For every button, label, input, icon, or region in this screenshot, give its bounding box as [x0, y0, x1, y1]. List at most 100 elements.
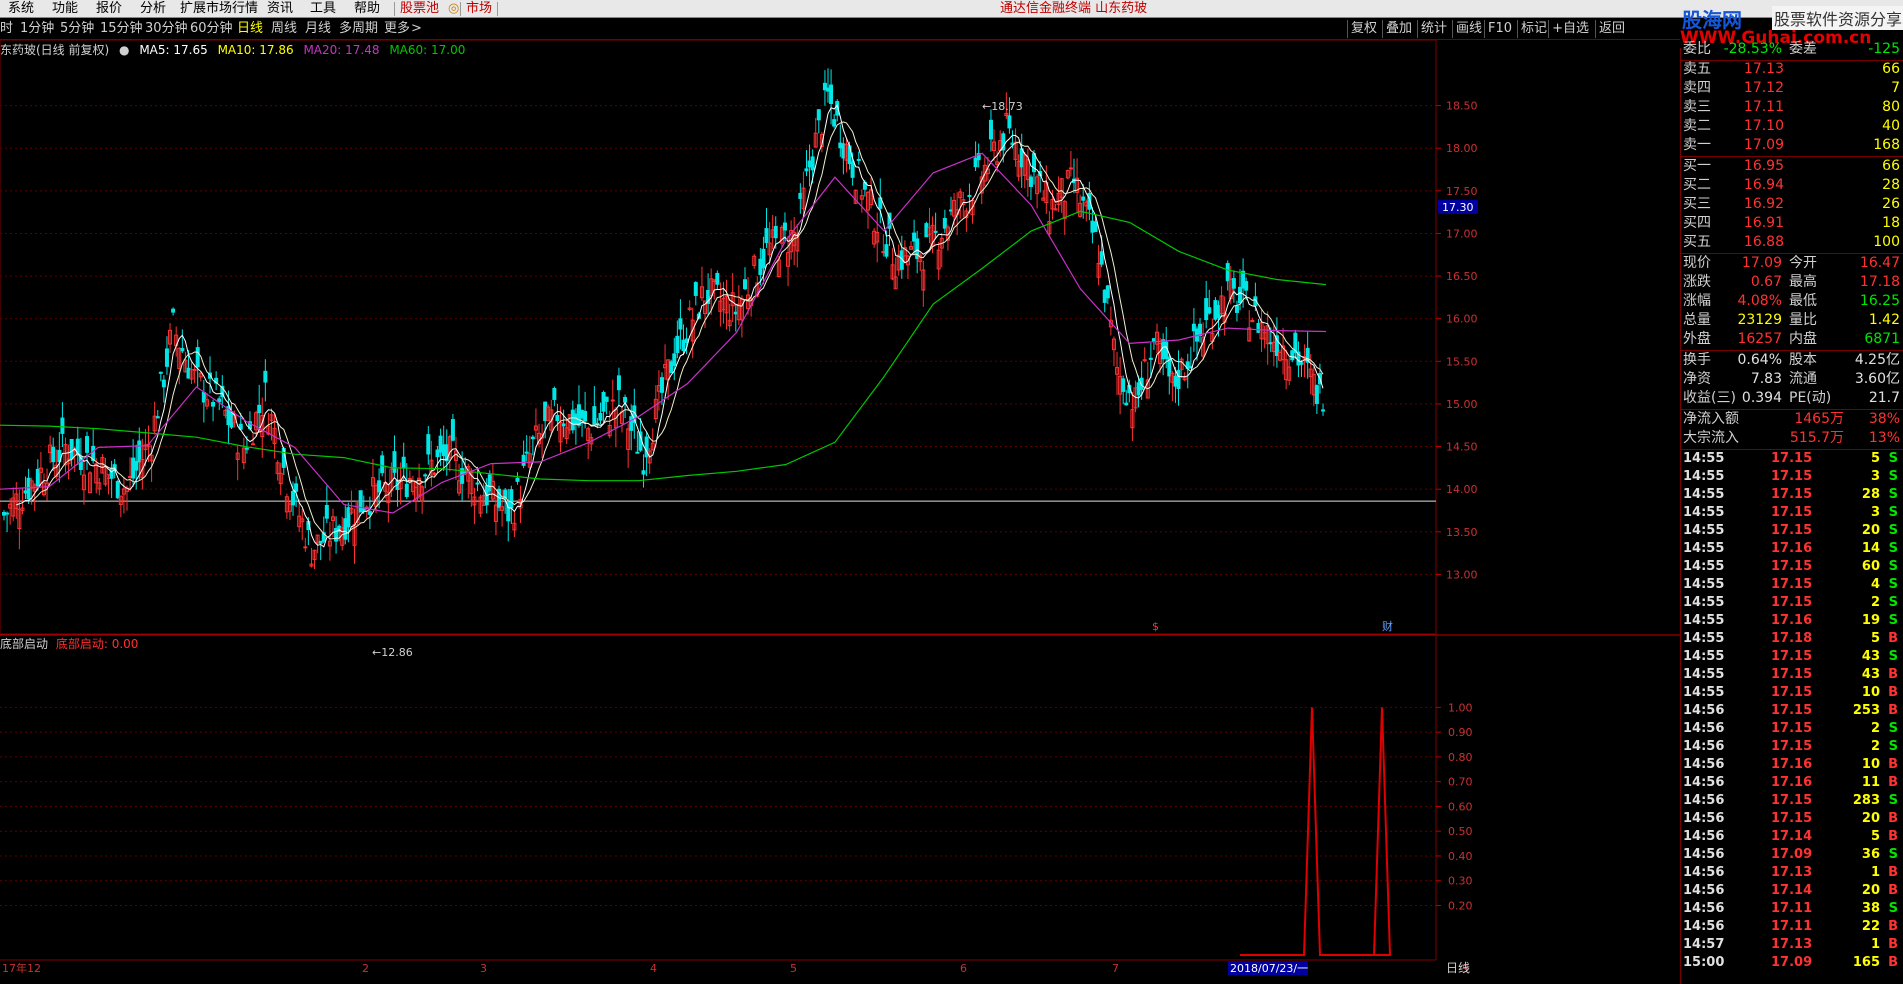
tick-time: 14:56: [1683, 919, 1725, 934]
btn-mark[interactable]: 标记: [1516, 20, 1550, 38]
candle-body: [1121, 378, 1126, 392]
candle-body: [1231, 278, 1236, 289]
stat-row: 外盘 16257 内盘 6871: [1681, 330, 1903, 349]
tick-row: 14:56 17.16 11 B: [1681, 774, 1903, 792]
bottom-period-tab[interactable]: 日线: [1446, 961, 1470, 975]
period-tab-weekly[interactable]: 周线: [271, 20, 297, 38]
period-tab-60min[interactable]: 60分钟: [190, 20, 233, 38]
kline-chart[interactable]: 18.50 18.00 17.50 17.00 16.50 16.00 15.50 15.00…: [0, 40, 1680, 984]
candle-body: [69, 438, 74, 460]
menu-analysis[interactable]: 分析: [140, 0, 166, 18]
candle-body: [616, 375, 621, 391]
tick-price: 17.15: [1771, 523, 1813, 538]
candle-body: [23, 490, 28, 494]
menu-extended-market[interactable]: 扩展市场行情: [180, 0, 258, 18]
finance-marker[interactable]: 财: [1382, 619, 1393, 633]
circle-icon[interactable]: ●: [119, 43, 129, 57]
tick-time: 14:56: [1683, 757, 1725, 772]
period-tab-15min[interactable]: 15分钟: [100, 20, 143, 38]
candle-body: [675, 335, 680, 354]
tick-row: 14:56 17.15 20 B: [1681, 810, 1903, 828]
ask-volume: 66: [1882, 61, 1900, 77]
x-axis-label: 5: [790, 962, 797, 975]
candle-body: [1136, 382, 1141, 396]
fundamental-label: 流通: [1789, 371, 1817, 387]
stat-value: 23129: [1737, 312, 1782, 328]
tick-direction: B: [1888, 775, 1898, 790]
tick-volume: 5: [1870, 631, 1880, 646]
tick-time: 14:55: [1683, 559, 1725, 574]
tick-volume: 43: [1861, 649, 1880, 664]
candle-body: [1093, 221, 1098, 233]
tick-volume: 10: [1861, 757, 1880, 772]
candle-body: [192, 368, 197, 371]
period-tab-multi[interactable]: 多周期: [339, 20, 378, 38]
btn-overlay[interactable]: 叠加: [1381, 20, 1415, 38]
tick-direction: B: [1888, 865, 1898, 880]
btn-f10[interactable]: F10: [1483, 20, 1515, 38]
candle-body: [822, 82, 827, 91]
stat-label: 外盘: [1683, 331, 1711, 347]
candle-body: [1256, 323, 1261, 333]
btn-add-watchlist[interactable]: +自选: [1548, 20, 1592, 38]
quote-panel: 委比 -28.53% 委差 -125 卖五 17.13 66 卖四 17.12 7 卖三 17.11 8…: [1680, 41, 1903, 984]
period-tab-30min[interactable]: 30分钟: [145, 20, 188, 38]
candle-body: [1124, 402, 1129, 406]
candle-body: [367, 511, 372, 515]
candle-body: [1028, 176, 1033, 187]
ask-volume: 80: [1882, 99, 1900, 115]
tick-row: 14:55 17.18 5 B: [1681, 630, 1903, 648]
btn-adjust[interactable]: 复权: [1346, 20, 1380, 38]
menu-system[interactable]: 系统: [8, 0, 34, 18]
period-tab-daily[interactable]: 日线: [237, 20, 263, 38]
stat-row: 涨跌 0.67 最高 17.18: [1681, 273, 1903, 292]
tick-direction: B: [1888, 631, 1898, 646]
ma20-line: [0, 152, 1327, 514]
candle-body: [641, 470, 646, 475]
tick-row: 14:56 17.15 253 B: [1681, 702, 1903, 720]
menu-news[interactable]: 资讯: [267, 0, 293, 18]
dividend-marker[interactable]: $: [1152, 620, 1159, 633]
tick-volume: 5: [1870, 451, 1880, 466]
bid-row: 买一 16.95 66: [1681, 157, 1903, 176]
stock-pool-icon[interactable]: ◎: [448, 0, 459, 18]
menu-help[interactable]: 帮助: [354, 0, 380, 18]
fundamental-row: 换手 0.64% 股本 4.25亿: [1681, 351, 1903, 370]
tick-volume: 2: [1870, 721, 1880, 736]
candle-body: [432, 472, 437, 475]
candle-body: [973, 157, 978, 168]
candle-body: [1198, 323, 1203, 336]
period-tab-more[interactable]: 更多: [384, 20, 410, 38]
period-tab-1min[interactable]: 1分钟: [20, 20, 54, 38]
period-tab-5min[interactable]: 5分钟: [60, 20, 94, 38]
candle-body: [850, 161, 855, 178]
tick-direction: B: [1888, 757, 1898, 772]
menu-quote[interactable]: 报价: [96, 0, 122, 18]
candle-body: [201, 391, 206, 403]
btn-stats[interactable]: 统计: [1416, 20, 1450, 38]
tick-price: 17.15: [1771, 595, 1813, 610]
price-axis-label: 14.50: [1446, 441, 1478, 454]
candle-body: [2, 512, 6, 516]
btn-draw[interactable]: 画线: [1451, 20, 1485, 38]
candle-body: [441, 444, 446, 457]
candle-body: [1148, 357, 1153, 360]
candle-body: [659, 377, 664, 393]
candle-body: [128, 476, 133, 479]
tick-direction: S: [1888, 487, 1898, 502]
tick-row: 14:56 17.09 36 S: [1681, 846, 1903, 864]
chevron-right-icon[interactable]: >: [411, 20, 422, 38]
menu-stock-pool[interactable]: 股票池: [400, 0, 439, 18]
candle-body: [816, 109, 821, 121]
tick-price: 17.09: [1771, 847, 1813, 862]
period-tab-intraday[interactable]: 时: [0, 20, 13, 38]
menu-tools[interactable]: 工具: [310, 0, 336, 18]
menu-function[interactable]: 功能: [52, 0, 78, 18]
period-tab-monthly[interactable]: 月线: [305, 20, 331, 38]
fundamental-value: 3.60亿: [1854, 371, 1900, 387]
btn-back[interactable]: 返回: [1594, 20, 1628, 38]
candle-body: [1213, 300, 1218, 320]
menu-market[interactable]: 市场: [466, 0, 492, 18]
candle-body: [291, 490, 296, 506]
candle-body: [1142, 359, 1147, 362]
